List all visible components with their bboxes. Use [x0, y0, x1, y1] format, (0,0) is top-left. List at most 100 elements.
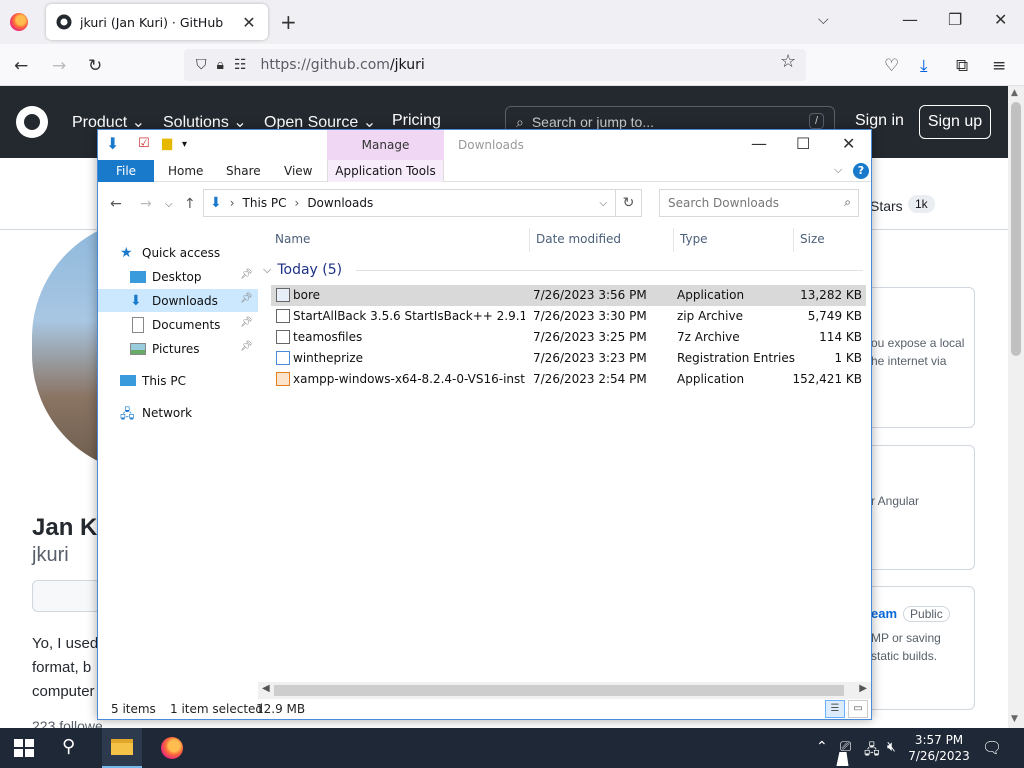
permissions-icon[interactable]: ☷ — [234, 57, 247, 73]
pin-icon[interactable]: 📌︎ — [240, 293, 253, 304]
recent-locations-icon[interactable]: ⌵ — [165, 199, 173, 210]
ribbon-share-tab[interactable]: Share — [226, 164, 261, 178]
tracking-shield-icon[interactable]: ⛉ — [196, 57, 207, 73]
network-tray-icon[interactable]: 🖧︎ — [864, 739, 880, 763]
new-tab-icon[interactable]: + — [280, 10, 297, 34]
back-icon[interactable]: ← — [14, 56, 28, 76]
stars-tab[interactable]: Stars — [870, 198, 903, 214]
taskbar-search-icon[interactable]: ⚲ — [62, 736, 75, 757]
breadcrumb-separator-icon: › — [294, 196, 300, 210]
properties-icon[interactable]: ☑ — [138, 136, 150, 151]
horizontal-scroll-thumb[interactable] — [274, 685, 844, 696]
url-bar[interactable]: ⛉ 🔒︎ ☷ https://github.com/jkuri — [184, 49, 806, 81]
horizontal-scrollbar[interactable]: ◀ ▶ — [258, 682, 871, 699]
show-hidden-icons-icon[interactable]: ⌃ — [816, 739, 828, 755]
column-header-type[interactable]: Type — [680, 232, 708, 246]
sidebar-item-pictures[interactable]: Pictures 📌︎ — [98, 337, 258, 360]
group-header-today[interactable]: ⌵ Today (5) — [263, 262, 863, 278]
downloads-icon[interactable]: ⤓ — [920, 56, 928, 76]
details-view-icon[interactable]: ☰ — [825, 700, 845, 718]
breadcrumb-this-pc[interactable]: This PC — [243, 196, 287, 210]
file-row[interactable]: wintheprize 7/26/2023 3:23 PM Registrati… — [271, 348, 866, 369]
bookmark-star-icon[interactable]: ☆ — [780, 51, 796, 72]
column-header-name[interactable]: Name — [275, 232, 310, 246]
manage-tab[interactable]: Manage — [327, 130, 444, 160]
list-tabs-icon[interactable]: ⌵ — [818, 12, 829, 28]
volume-muted-icon[interactable]: 🔇︎ — [887, 739, 896, 755]
browser-tab[interactable]: jkuri (Jan Kuri) · GitHub ✕ — [46, 4, 268, 40]
sign-in-link[interactable]: Sign in — [855, 112, 904, 130]
explorer-search-input[interactable]: Search Downloads ⌕ — [659, 189, 859, 217]
ribbon-expand-icon[interactable]: ⌵ — [834, 163, 842, 177]
scroll-right-icon[interactable]: ▶ — [859, 683, 867, 694]
explorer-close-icon[interactable]: ✕ — [842, 134, 855, 153]
refresh-icon[interactable]: ↻ — [616, 189, 642, 217]
nav-pricing[interactable]: Pricing — [392, 112, 441, 130]
ribbon-view-tab[interactable]: View — [284, 164, 312, 178]
pin-icon[interactable]: 📌︎ — [240, 269, 253, 280]
taskbar-clock[interactable]: 3:57 PM 7/26/2023 — [900, 732, 978, 764]
pin-icon[interactable]: 📌︎ — [240, 317, 253, 328]
pin-icon[interactable]: 📌︎ — [240, 341, 253, 352]
restore-icon[interactable]: ❐ — [948, 10, 962, 29]
action-center-icon[interactable]: 🗨︎ — [982, 738, 1002, 757]
breadcrumb-downloads[interactable]: Downloads — [307, 196, 373, 210]
taskbar: ⚲ ⌃ ⎚ 🖧︎ 🔇︎ 3:57 PM 7/26/2023 🗨︎ — [0, 728, 1024, 768]
tab-close-icon[interactable]: ✕ — [240, 13, 258, 32]
follow-button[interactable] — [32, 580, 102, 612]
sidebar-item-desktop[interactable]: Desktop 📌︎ — [98, 265, 258, 288]
window-close-icon[interactable]: ✕ — [994, 10, 1007, 29]
ribbon-application-tools-tab[interactable]: Application Tools — [327, 160, 444, 182]
file-row[interactable]: StartAllBack 3.5.6 StartIsBack++ 2.9.1 7 … — [271, 306, 866, 327]
sign-up-button[interactable]: Sign up — [919, 105, 991, 139]
sidebar-item-documents[interactable]: Documents 📌︎ — [98, 313, 258, 336]
file-row[interactable]: xampp-windows-x64-8.2.4-0-VS16-instal...… — [271, 369, 866, 390]
github-logo-icon[interactable] — [16, 106, 48, 138]
sidebar-item-this-pc[interactable]: This PC — [98, 369, 258, 392]
windows-start-icon[interactable] — [14, 739, 34, 757]
column-header-date-modified[interactable]: Date modified — [536, 232, 621, 246]
selection-count: 1 item selected — [170, 702, 264, 716]
column-divider[interactable] — [793, 228, 794, 252]
address-bar[interactable]: ⬇ › This PC › Downloads ⌵ — [203, 189, 616, 217]
explorer-minimize-icon[interactable]: — — [751, 134, 767, 153]
forward-icon[interactable]: → — [52, 56, 66, 76]
extensions-icon[interactable]: ⧉ — [956, 56, 968, 76]
reload-icon[interactable]: ↻ — [88, 56, 102, 76]
file-row[interactable]: bore 7/26/2023 3:56 PM Application 13,28… — [271, 285, 866, 306]
up-folder-icon[interactable]: ↑ — [184, 196, 196, 212]
ribbon-home-tab[interactable]: Home — [168, 164, 203, 178]
file-explorer-taskbar-icon[interactable] — [102, 728, 142, 768]
menu-icon[interactable]: ≡ — [992, 56, 1006, 76]
explorer-maximize-icon[interactable]: ☐ — [796, 134, 810, 153]
collapse-chevron-icon[interactable]: ⌵ — [263, 263, 271, 277]
scroll-up-icon[interactable]: ▲ — [1011, 88, 1018, 98]
sidebar-item-quick-access[interactable]: ★ Quick access — [98, 241, 258, 264]
explorer-forward-icon[interactable]: → — [140, 196, 152, 212]
help-icon[interactable]: ? — [853, 163, 869, 179]
minimize-icon[interactable]: — — [902, 10, 918, 29]
navigation-pane: ★ Quick access Desktop 📌︎ ⬇ Downloads 📌︎… — [98, 224, 258, 684]
column-divider[interactable] — [673, 228, 674, 252]
pocket-icon[interactable]: ♡ — [884, 56, 899, 76]
ribbon-file-tab[interactable]: File — [98, 160, 154, 182]
new-folder-icon[interactable]: ▆ — [162, 136, 172, 151]
scroll-left-icon[interactable]: ◀ — [262, 683, 270, 694]
sidebar-item-network[interactable]: 🖧︎ Network — [98, 401, 258, 424]
address-dropdown-icon[interactable]: ⌵ — [599, 198, 607, 209]
scroll-thumb[interactable] — [1011, 102, 1021, 356]
firefox-taskbar-icon[interactable] — [152, 728, 192, 768]
url-host: https://github.com — [260, 57, 390, 73]
sidebar-item-downloads[interactable]: ⬇ Downloads 📌︎ — [98, 289, 258, 312]
firefox-icon[interactable] — [10, 13, 28, 31]
lock-icon[interactable]: 🔒︎ — [217, 57, 224, 73]
file-row[interactable]: teamosfiles 7/26/2023 3:25 PM 7z Archive… — [271, 327, 866, 348]
explorer-back-icon[interactable]: ← — [110, 196, 122, 212]
scroll-down-icon[interactable]: ▼ — [1011, 714, 1018, 724]
column-divider[interactable] — [529, 228, 530, 252]
customize-toolbar-icon[interactable]: ▾ — [182, 139, 187, 150]
large-icons-view-icon[interactable]: ▭ — [848, 700, 868, 718]
page-scrollbar[interactable]: ▲ ▼ — [1008, 86, 1024, 728]
column-header-size[interactable]: Size — [800, 232, 825, 246]
repo-link[interactable]: eam — [871, 606, 897, 621]
